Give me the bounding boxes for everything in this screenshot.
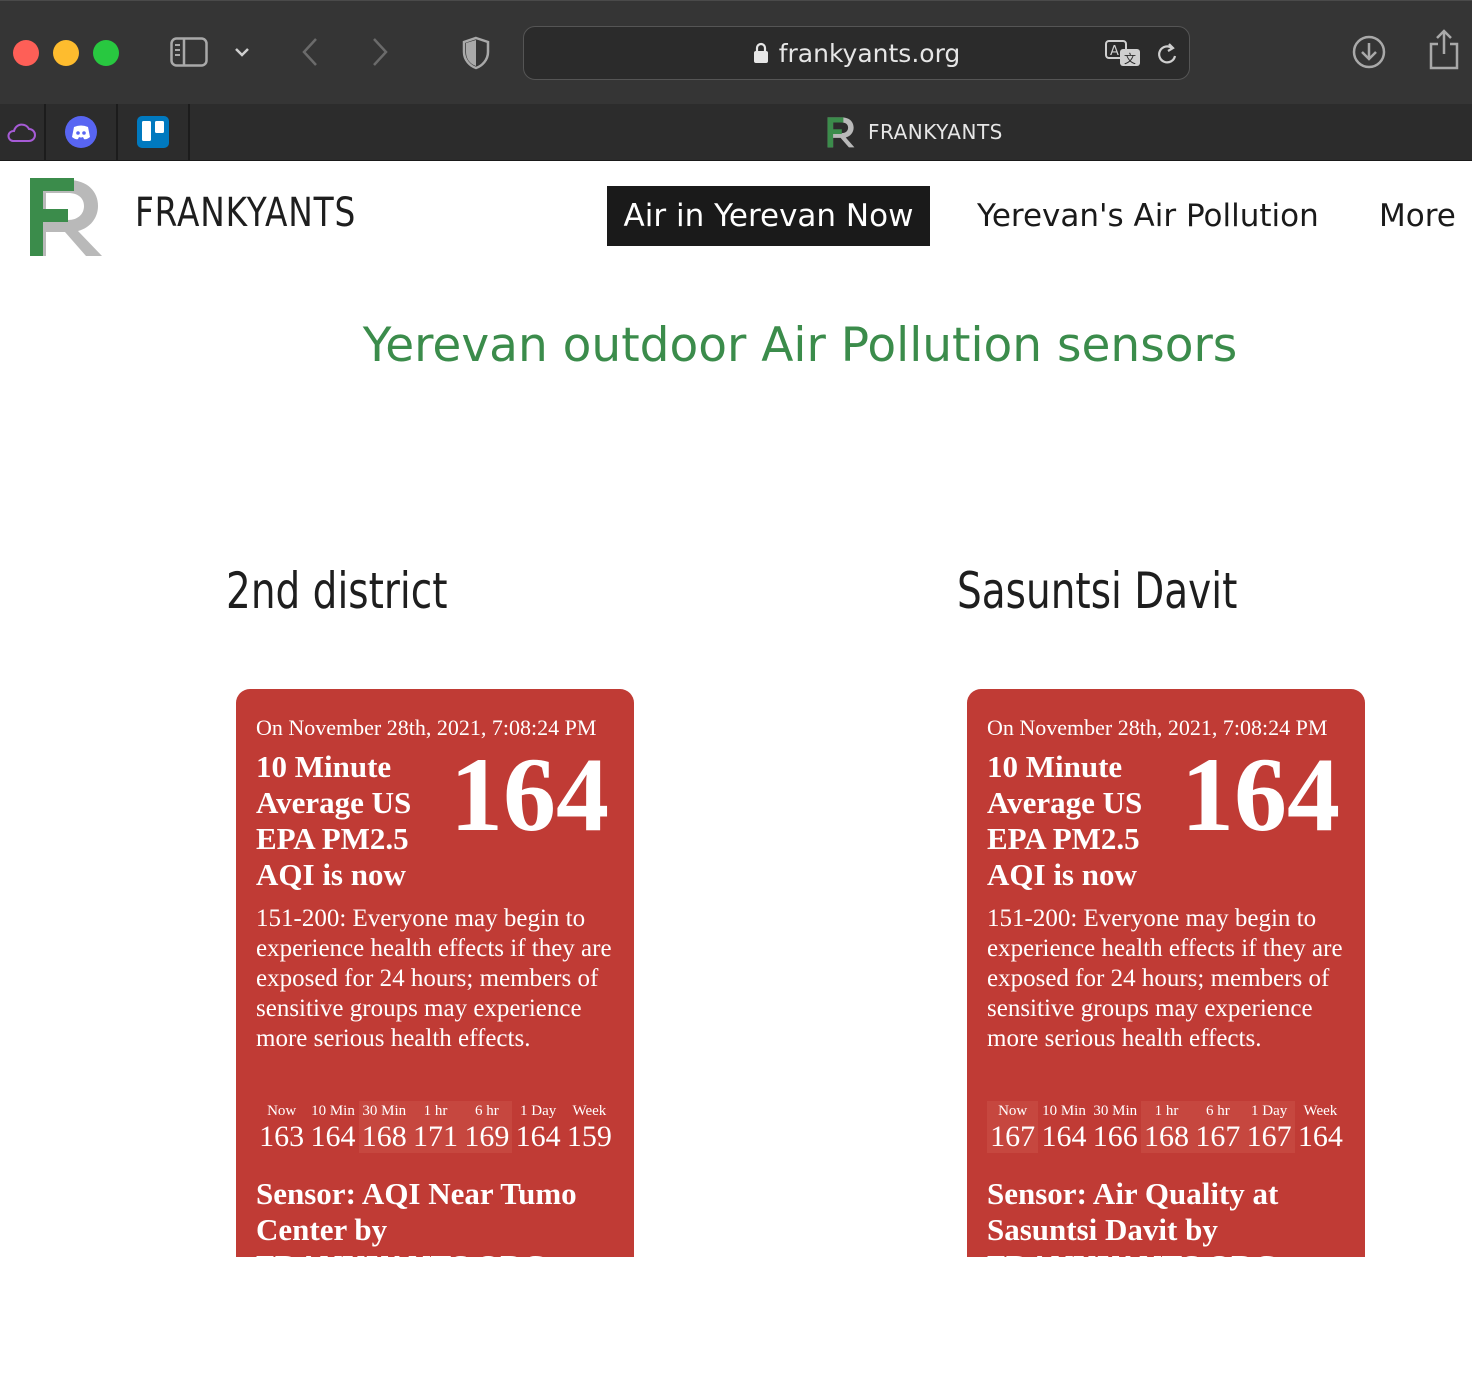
- aqi-history: Now 163 10 Min 164 30 Min 168 1 hr 171 6 hr 1…: [256, 1101, 615, 1153]
- aqi-widget[interactable]: On November 28th, 2021, 7:08:24 PM 10 Mi…: [236, 689, 634, 1257]
- history-cell: 30 Min 168: [358, 1101, 410, 1153]
- history-cell: 1 hr 168: [1140, 1101, 1193, 1153]
- history-value: 167: [1195, 1120, 1241, 1153]
- history-value: 169: [464, 1120, 510, 1153]
- history-value: 164: [1041, 1120, 1087, 1153]
- history-label: 6 hr: [1205, 1103, 1230, 1119]
- back-icon[interactable]: [296, 35, 324, 69]
- history-value: 164: [310, 1120, 356, 1153]
- tab-bar: FRANKYANTS: [0, 104, 1472, 161]
- history-cell: Now 167: [987, 1101, 1039, 1153]
- history-cell: 10 Min 164: [1038, 1101, 1089, 1153]
- history-cell: 1 Day 167: [1243, 1101, 1295, 1153]
- history-label: 1 hr: [423, 1103, 448, 1119]
- history-cell: 1 Day 164: [512, 1101, 563, 1153]
- history-label: Now: [998, 1103, 1028, 1119]
- cloud-icon: [7, 123, 36, 142]
- svg-text:A: A: [1110, 44, 1119, 59]
- sensor-name[interactable]: Sensor: AQI Near Tumo Center by FRANKYAN…: [256, 1176, 626, 1257]
- pinned-tab-cloud[interactable]: [0, 104, 46, 160]
- frankyants-favicon: [827, 117, 855, 148]
- history-value: 167: [1246, 1120, 1292, 1153]
- history-label: 10 Min: [311, 1103, 355, 1119]
- translate-icon[interactable]: A文: [1104, 39, 1142, 69]
- aqi-widget[interactable]: On November 28th, 2021, 7:08:24 PM 10 Mi…: [967, 689, 1365, 1257]
- sidebar-icon[interactable]: [168, 35, 210, 69]
- privacy-shield-icon[interactable]: [460, 35, 492, 71]
- nav-air-in-yerevan-now[interactable]: Air in Yerevan Now: [607, 186, 930, 246]
- share-icon[interactable]: [1426, 27, 1462, 71]
- address-bar[interactable]: frankyants.org A文: [523, 26, 1190, 80]
- history-cell: 6 hr 167: [1192, 1101, 1244, 1153]
- site-name[interactable]: FRANKYANTS: [135, 190, 356, 236]
- minimize-window-button[interactable]: [53, 40, 79, 66]
- aqi-label: 10 Minute Average US EPA PM2.5 AQI is no…: [256, 749, 412, 892]
- history-label: 1 Day: [1251, 1103, 1288, 1119]
- close-window-button[interactable]: [13, 40, 39, 66]
- history-label: 30 Min: [362, 1103, 407, 1119]
- district-heading: Sasuntsi Davit: [957, 562, 1238, 620]
- discord-icon: [65, 116, 97, 148]
- history-cell: Week 159: [564, 1101, 615, 1153]
- trello-icon: [137, 116, 169, 148]
- history-value: 167: [990, 1120, 1036, 1153]
- page-title: Yerevan outdoor Air Pollution sensors: [362, 318, 1238, 373]
- aqi-description: 151-200: Everyone may begin to experienc…: [987, 905, 1343, 1052]
- pinned-tab-discord[interactable]: [46, 104, 118, 160]
- history-label: Week: [1303, 1103, 1338, 1119]
- history-value: 168: [1144, 1120, 1190, 1153]
- downloads-icon[interactable]: [1350, 33, 1388, 71]
- nav-yerevans-air-pollution[interactable]: Yerevan's Air Pollution: [977, 186, 1319, 246]
- history-cell: 10 Min 164: [307, 1101, 358, 1153]
- history-label: 6 hr: [474, 1103, 499, 1119]
- history-label: Now: [267, 1103, 297, 1119]
- reload-icon[interactable]: [1152, 40, 1182, 70]
- history-cell: 6 hr 169: [461, 1101, 513, 1153]
- sensor-name[interactable]: Sensor: Air Quality at Sasuntsi Davit by…: [987, 1176, 1357, 1257]
- aqi-value: 164: [450, 736, 609, 853]
- history-value: 163: [259, 1120, 305, 1153]
- district-heading: 2nd district: [226, 562, 448, 620]
- history-label: 30 Min: [1093, 1103, 1138, 1119]
- history-value: 166: [1092, 1120, 1138, 1153]
- url-text: frankyants.org: [778, 38, 961, 68]
- history-label: 1 hr: [1154, 1103, 1179, 1119]
- history-label: Week: [572, 1103, 607, 1119]
- history-cell: 1 hr 171: [409, 1101, 462, 1153]
- aqi-label: 10 Minute Average US EPA PM2.5 AQI is no…: [987, 749, 1143, 892]
- zoom-window-button[interactable]: [93, 40, 119, 66]
- history-cell: Now 163: [256, 1101, 307, 1153]
- lock-icon: [753, 42, 768, 63]
- browser-toolbar: frankyants.org A文: [0, 0, 1472, 104]
- history-value: 164: [515, 1120, 561, 1153]
- tab-title-text: FRANKYANTS: [868, 120, 1003, 144]
- aqi-history: Now 167 10 Min 164 30 Min 166 1 hr 168 6 hr 1…: [987, 1101, 1346, 1153]
- history-value: 171: [413, 1120, 459, 1153]
- aqi-value: 164: [1181, 736, 1340, 853]
- chevron-down-icon[interactable]: [230, 39, 254, 65]
- forward-icon[interactable]: [366, 35, 394, 69]
- history-cell: Week 164: [1295, 1101, 1346, 1153]
- site-logo[interactable]: [28, 176, 104, 258]
- history-cell: 30 Min 166: [1090, 1101, 1141, 1153]
- history-label: 10 Min: [1042, 1103, 1086, 1119]
- history-value: 168: [361, 1120, 407, 1153]
- active-tab[interactable]: FRANKYANTS: [826, 104, 1003, 160]
- svg-text:文: 文: [1124, 51, 1136, 66]
- nav-more[interactable]: More: [1379, 186, 1456, 246]
- aqi-description: 151-200: Everyone may begin to experienc…: [256, 905, 612, 1052]
- history-value: 159: [566, 1120, 612, 1153]
- history-value: 164: [1297, 1120, 1343, 1153]
- pinned-tab-trello[interactable]: [118, 104, 190, 160]
- history-label: 1 Day: [520, 1103, 557, 1119]
